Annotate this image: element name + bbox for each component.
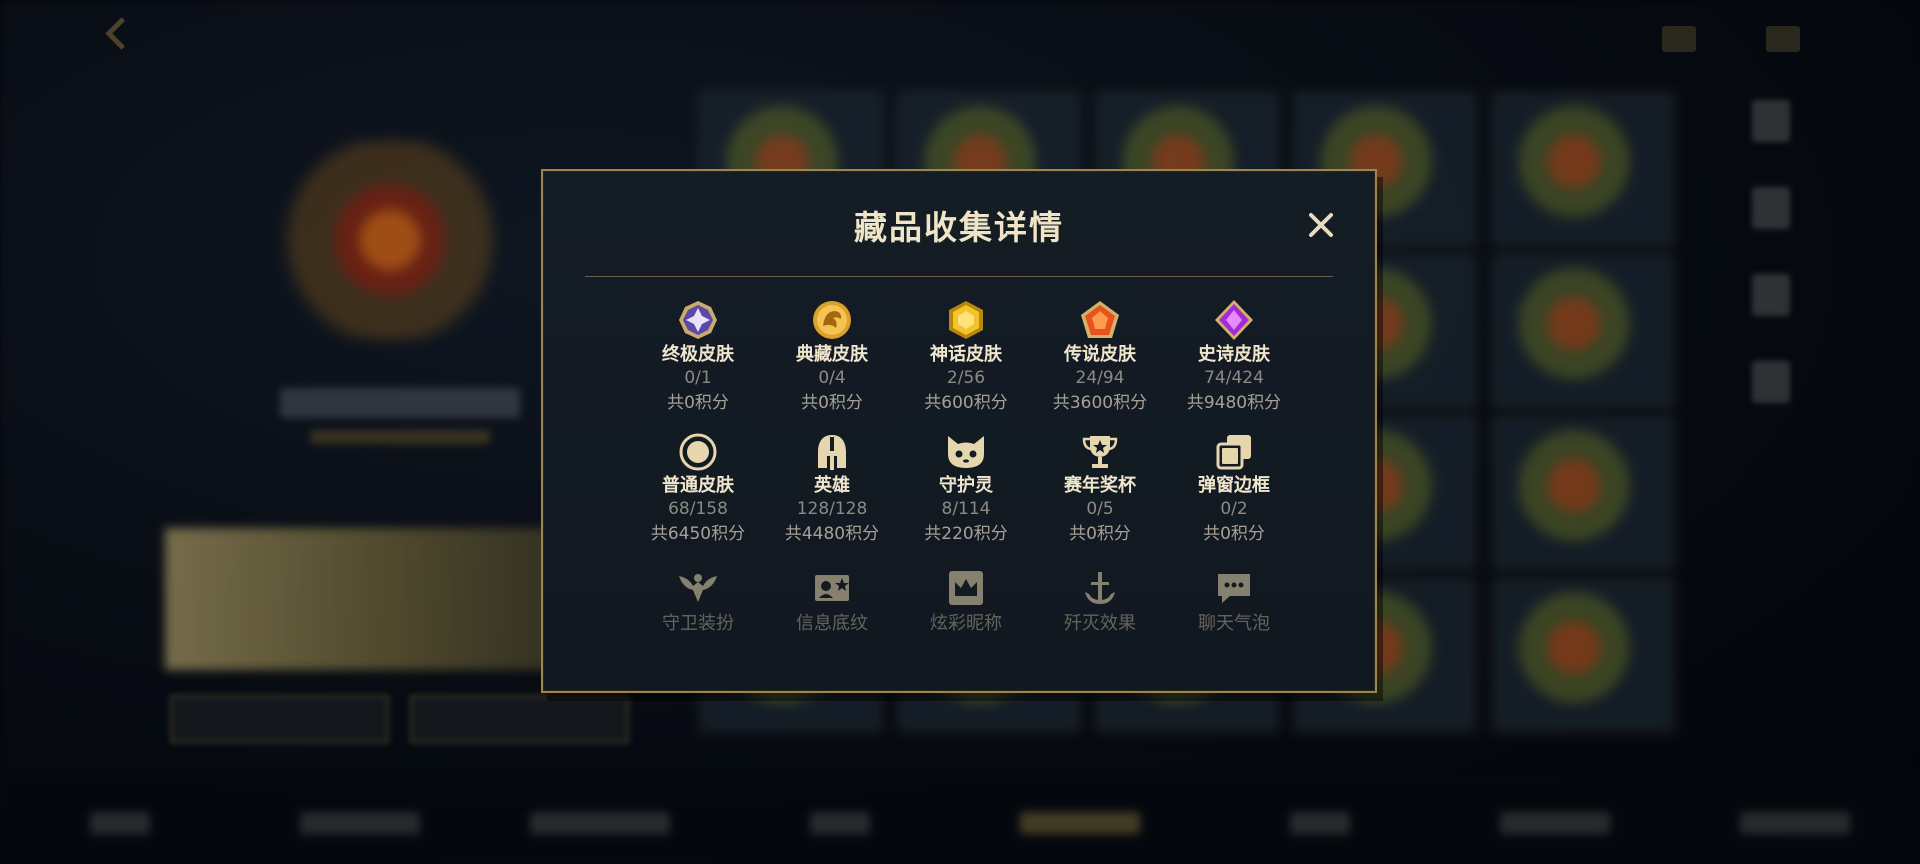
item-label: 守卫装扮	[662, 613, 734, 634]
item-label: 典藏皮肤	[796, 344, 868, 365]
item-points: 共220积分	[924, 524, 1008, 544]
item-points: 共4480积分	[784, 524, 880, 544]
item-points: 共0积分	[667, 393, 729, 413]
purple-diamond-gem-icon	[1211, 299, 1257, 341]
collection-item-profile-pattern[interactable]: 信息底纹	[765, 565, 899, 635]
item-points: 共6450积分	[650, 524, 746, 544]
item-count: 8/114	[941, 499, 991, 519]
crown-nameplate-icon	[943, 565, 989, 610]
item-count: 0/2	[1220, 499, 1248, 519]
item-label: 史诗皮肤	[1198, 344, 1270, 365]
collection-item-elimination-effect[interactable]: 歼灭效果	[1033, 565, 1167, 635]
item-label: 普通皮肤	[662, 475, 734, 496]
item-label: 信息底纹	[796, 613, 868, 634]
collection-item-guardian-spirit[interactable]: 守护灵 8/114 共220积分	[899, 432, 1033, 545]
item-count: 24/94	[1075, 368, 1125, 388]
item-points: 共0积分	[1069, 524, 1131, 544]
item-points: 共9480积分	[1186, 393, 1282, 413]
stacked-frames-icon	[1211, 432, 1257, 472]
cat-spirit-icon	[943, 432, 989, 472]
collection-item-collector-skin[interactable]: 典藏皮肤 0/4 共0积分	[765, 299, 899, 413]
item-count: 0/1	[684, 368, 712, 388]
item-label: 歼灭效果	[1064, 613, 1136, 634]
collection-item-colorful-nickname[interactable]: 炫彩昵称	[899, 565, 1033, 635]
collection-item-chat-bubble[interactable]: 聊天气泡	[1167, 565, 1301, 635]
gold-hexagon-gem-icon	[943, 299, 989, 341]
anchor-sword-icon	[1077, 565, 1123, 610]
collection-item-legendary-skin[interactable]: 传说皮肤 24/94 共3600积分	[1033, 299, 1167, 413]
item-points: 共0积分	[801, 393, 863, 413]
collection-item-heroes[interactable]: 英雄 128/128 共4480积分	[765, 432, 899, 545]
item-points: 共3600积分	[1052, 393, 1148, 413]
collection-item-normal-skin[interactable]: 普通皮肤 68/158 共6450积分	[631, 432, 765, 545]
item-count: 0/5	[1086, 499, 1114, 519]
dialog-title: 藏品收集详情	[854, 208, 1064, 247]
ultimate-gem-icon	[675, 299, 721, 341]
collection-item-mythic-skin[interactable]: 神话皮肤 2/56 共600积分	[899, 299, 1033, 413]
collection-details-dialog: 藏品收集详情 终极皮肤 0/1 共0积分 典藏皮肤 0/4 共0积分 神话皮肤 …	[541, 169, 1377, 693]
item-label: 守护灵	[939, 475, 993, 496]
item-label: 神话皮肤	[930, 344, 1002, 365]
orange-pentagon-gem-icon	[1077, 299, 1123, 341]
collection-item-popup-frame[interactable]: 弹窗边框 0/2 共0积分	[1167, 432, 1301, 545]
profile-card-icon	[809, 565, 855, 610]
item-label: 聊天气泡	[1198, 613, 1270, 634]
item-count: 128/128	[796, 499, 868, 519]
item-label: 传说皮肤	[1064, 344, 1136, 365]
item-label: 弹窗边框	[1198, 475, 1270, 496]
title-divider	[585, 276, 1333, 277]
item-count: 68/158	[668, 499, 728, 519]
collection-item-guard-outfit[interactable]: 守卫装扮	[631, 565, 765, 635]
item-count: 2/56	[946, 368, 986, 388]
chat-bubble-icon	[1211, 565, 1257, 610]
close-icon	[1309, 213, 1333, 237]
circle-ring-icon	[675, 432, 721, 472]
item-points: 共0积分	[1203, 524, 1265, 544]
item-count: 0/4	[818, 368, 846, 388]
item-label: 赛年奖杯	[1064, 475, 1136, 496]
collection-grid: 终极皮肤 0/1 共0积分 典藏皮肤 0/4 共0积分 神话皮肤 2/56 共6…	[631, 299, 1303, 635]
close-button[interactable]	[1305, 209, 1337, 241]
guard-wings-icon	[675, 565, 721, 610]
item-points: 共600积分	[924, 393, 1008, 413]
item-label: 炫彩昵称	[930, 613, 1002, 634]
collection-item-season-trophy[interactable]: 赛年奖杯 0/5 共0积分	[1033, 432, 1167, 545]
spartan-helmet-icon	[809, 432, 855, 472]
dragon-coin-icon	[809, 299, 855, 341]
item-count: 74/424	[1204, 368, 1264, 388]
collection-item-ultimate-skin[interactable]: 终极皮肤 0/1 共0积分	[631, 299, 765, 413]
item-label: 终极皮肤	[662, 344, 734, 365]
trophy-icon	[1077, 432, 1123, 472]
item-label: 英雄	[814, 475, 850, 496]
collection-item-epic-skin[interactable]: 史诗皮肤 74/424 共9480积分	[1167, 299, 1301, 413]
